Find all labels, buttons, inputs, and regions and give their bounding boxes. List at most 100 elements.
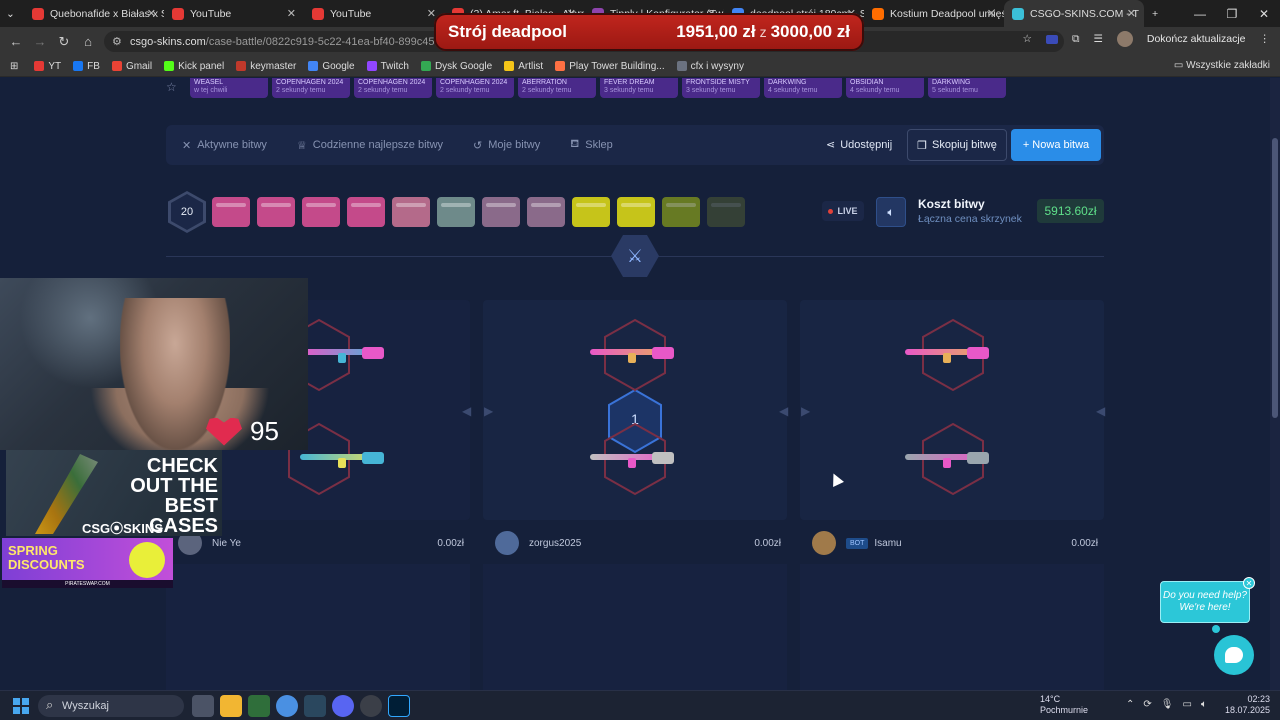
player-name[interactable]: Isamu bbox=[874, 538, 901, 549]
menu-kebab-icon[interactable]: ⋮ bbox=[1260, 33, 1271, 45]
update-button[interactable]: Dokończ aktualizacje bbox=[1147, 33, 1246, 45]
browser-tab[interactable]: Kostium Deadpool umięś ✕ bbox=[864, 0, 1004, 27]
taskbar-search[interactable]: Wyszukaj bbox=[38, 695, 184, 717]
home-button[interactable]: ⌂ bbox=[76, 34, 100, 49]
back-button[interactable]: ← bbox=[4, 34, 28, 49]
nav-daily-battles[interactable]: ♕ Codzienne najlepsze bitwy bbox=[297, 139, 443, 152]
bookmark-item[interactable]: Play Tower Building... bbox=[555, 61, 665, 72]
bookmark-item[interactable]: FB bbox=[73, 61, 100, 72]
recent-case-chip[interactable]: WEASEL w tej chwili bbox=[190, 78, 268, 98]
help-close-icon[interactable]: ✕ bbox=[1243, 577, 1255, 589]
file-explorer-icon[interactable] bbox=[220, 695, 242, 717]
minimize-button[interactable]: — bbox=[1184, 0, 1216, 27]
battle-cost-title: Koszt bitwy bbox=[918, 197, 985, 211]
windows-start-icon[interactable] bbox=[13, 698, 29, 714]
help-bubble[interactable]: Do you need help? We're here! bbox=[1160, 581, 1250, 623]
browser-tab[interactable]: YouTube ✕ bbox=[164, 0, 304, 27]
reload-button[interactable]: ↻ bbox=[52, 34, 76, 50]
chat-launcher-button[interactable] bbox=[1214, 635, 1254, 675]
bookmark-item[interactable]: Google bbox=[308, 61, 355, 72]
extension-icon[interactable] bbox=[1045, 34, 1058, 44]
case-box-icon[interactable] bbox=[617, 197, 655, 227]
taskbar-clock[interactable]: 02:23 18.07.2025 bbox=[1225, 694, 1270, 716]
all-bookmarks-label: Wszystkie zakładki bbox=[1186, 60, 1270, 71]
tab-close-icon[interactable]: ✕ bbox=[287, 7, 296, 20]
new-tab-button[interactable]: + bbox=[1144, 0, 1170, 27]
steam-icon[interactable] bbox=[304, 695, 326, 717]
bookmark-item[interactable]: cfx i wysyny bbox=[676, 61, 744, 72]
discord-icon[interactable] bbox=[332, 695, 354, 717]
player-avatar[interactable] bbox=[812, 531, 836, 555]
chrome-icon[interactable] bbox=[276, 695, 298, 717]
tray-chevron-up-icon[interactable]: ⌃ bbox=[1126, 699, 1134, 710]
copy-battle-button[interactable]: ❐ Skopiuj bitwę bbox=[907, 129, 1007, 161]
forward-button[interactable]: → bbox=[28, 34, 52, 49]
network-icon[interactable]: ▭ bbox=[1182, 699, 1191, 710]
case-box-icon[interactable] bbox=[347, 197, 385, 227]
recent-case-chip[interactable]: COPENHAGEN 2024 2 sekundy temu bbox=[436, 78, 514, 98]
bookmark-item[interactable]: keymaster bbox=[236, 61, 296, 72]
nav-shop[interactable]: ⛾ Sklep bbox=[570, 138, 613, 152]
recent-case-chip[interactable]: ABERRATION 2 sekundy temu bbox=[518, 78, 596, 98]
microphone-icon[interactable]: 🎙︎ bbox=[1161, 699, 1174, 710]
player-name[interactable]: Nie Ye bbox=[212, 538, 241, 549]
all-bookmarks-link[interactable]: ▭ Wszystkie zakładki bbox=[1174, 60, 1270, 71]
bookmark-item[interactable]: Dysk Google bbox=[420, 61, 492, 72]
case-box-icon[interactable] bbox=[662, 197, 700, 227]
player-avatar[interactable] bbox=[495, 531, 519, 555]
case-box-icon[interactable] bbox=[482, 197, 520, 227]
excel-icon[interactable] bbox=[248, 695, 270, 717]
obs-icon[interactable] bbox=[360, 695, 382, 717]
recent-case-chip[interactable]: DARKWING 5 sekund temu bbox=[928, 78, 1006, 98]
favorite-star-icon[interactable]: ☆ bbox=[166, 80, 177, 94]
bookmark-star-icon[interactable]: ☆ bbox=[1023, 33, 1032, 45]
browser-tab[interactable]: Quebonafide x Białas x Sz ✕ bbox=[24, 0, 164, 27]
case-box-icon[interactable] bbox=[257, 197, 295, 227]
case-box-icon[interactable] bbox=[437, 197, 475, 227]
apps-grid-icon[interactable]: ⊞ bbox=[10, 61, 18, 72]
case-box-icon[interactable] bbox=[707, 197, 745, 227]
maximize-button[interactable]: ❐ bbox=[1216, 0, 1248, 27]
task-view-icon[interactable] bbox=[192, 695, 214, 717]
scrollbar-thumb[interactable] bbox=[1272, 138, 1278, 418]
case-box-icon[interactable] bbox=[212, 197, 250, 227]
photoshop-icon[interactable] bbox=[388, 695, 410, 717]
bookmark-item[interactable]: Twitch bbox=[366, 61, 409, 72]
recent-case-chip[interactable]: DARKWING 4 sekundy temu bbox=[764, 78, 842, 98]
bookmark-item[interactable]: YT bbox=[34, 61, 61, 72]
page-scrollbar[interactable] bbox=[1270, 78, 1280, 690]
recent-case-chip[interactable]: FEVER DREAM 3 sekundy temu bbox=[600, 78, 678, 98]
recent-case-chip[interactable]: FRONTSIDE MISTY 3 sekundy temu bbox=[682, 78, 760, 98]
sound-toggle-button[interactable]: 🔈︎ bbox=[876, 197, 906, 227]
bookmark-item[interactable]: Kick panel bbox=[164, 61, 224, 72]
recent-case-chip[interactable]: OBSIDIAN 4 sekundy temu bbox=[846, 78, 924, 98]
nav-my-battles[interactable]: ↺ Moje bitwy bbox=[473, 139, 540, 152]
tab-close-icon[interactable]: ✕ bbox=[987, 7, 996, 20]
share-button[interactable]: ⋖ Udostępnij bbox=[826, 138, 892, 151]
profile-avatar[interactable] bbox=[1116, 31, 1133, 47]
recent-case-chip[interactable]: COPENHAGEN 2024 2 sekundy temu bbox=[272, 78, 350, 98]
bookmark-item[interactable]: Artlist bbox=[504, 61, 543, 72]
extensions-puzzle-icon[interactable]: ⧉ bbox=[1072, 33, 1080, 46]
nav-active-battles[interactable]: ✕ Aktywne bitwy bbox=[182, 139, 267, 152]
case-box-icon[interactable] bbox=[527, 197, 565, 227]
reading-list-icon[interactable]: ☰ bbox=[1093, 33, 1102, 45]
browser-tab[interactable]: YouTube ✕ bbox=[304, 0, 444, 27]
volume-icon[interactable]: 🔈︎ bbox=[1201, 699, 1207, 710]
recent-case-chip[interactable]: COPENHAGEN 2024 2 sekundy temu bbox=[354, 78, 432, 98]
bookmark-item[interactable]: Gmail bbox=[111, 61, 152, 72]
close-window-button[interactable]: ✕ bbox=[1248, 0, 1280, 27]
weather-widget[interactable]: 14°C Pochmurnie bbox=[1040, 694, 1088, 716]
case-box-icon[interactable] bbox=[572, 197, 610, 227]
battle-cases-row: 20 LIVE 🔈︎ Koszt bitwy Łączna cena skrzy… bbox=[166, 191, 1104, 233]
tab-close-icon[interactable]: ✕ bbox=[147, 7, 156, 20]
player-name[interactable]: zorgus2025 bbox=[529, 538, 581, 549]
site-info-icon[interactable]: ⚙ bbox=[112, 35, 122, 48]
tab-search-button[interactable]: ⌄ bbox=[0, 0, 24, 27]
new-battle-button[interactable]: + Nowa bitwa bbox=[1011, 129, 1101, 161]
case-box-icon[interactable] bbox=[392, 197, 430, 227]
browser-tab[interactable]: CSGO-SKINS.COM - T ✕ bbox=[1004, 0, 1144, 27]
case-box-icon[interactable] bbox=[302, 197, 340, 227]
tab-close-icon[interactable]: ✕ bbox=[1127, 7, 1136, 20]
tray-sync-icon[interactable]: ⟳ bbox=[1143, 699, 1151, 710]
